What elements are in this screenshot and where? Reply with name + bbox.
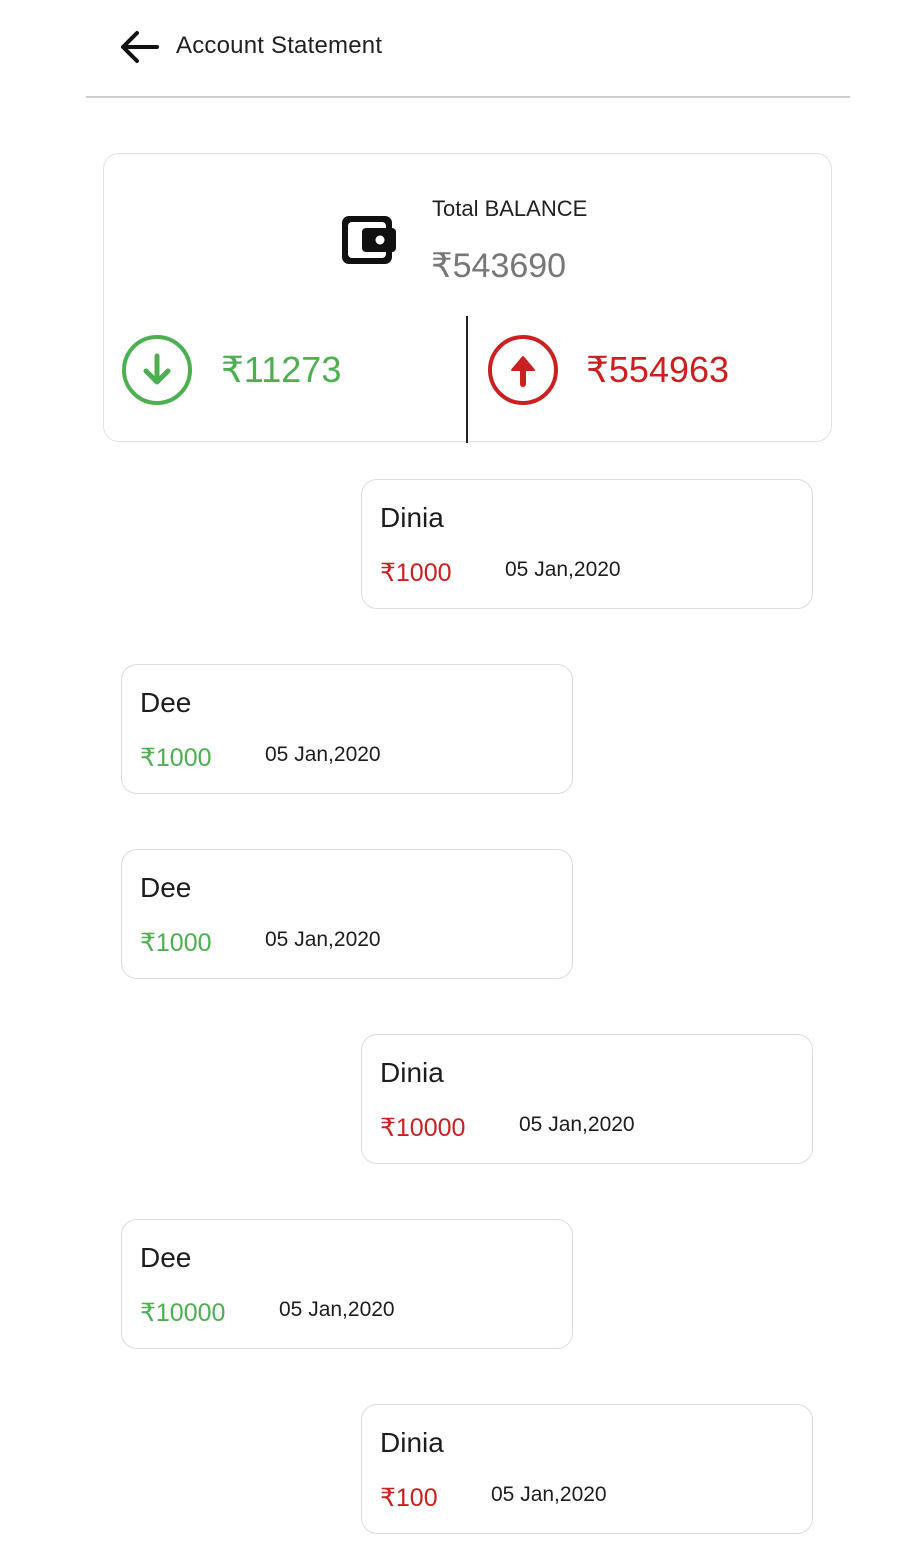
transaction-amount: ₹1000: [140, 929, 212, 957]
transaction-card[interactable]: Dee ₹1000 05 Jan,2020: [121, 849, 573, 979]
summary-divider: [466, 316, 468, 443]
transaction-amount: ₹100: [380, 1484, 438, 1512]
transaction-amount: ₹1000: [380, 559, 452, 587]
arrow-down-circle-icon: [122, 335, 192, 405]
transaction-card[interactable]: Dinia ₹100 05 Jan,2020: [361, 1404, 813, 1534]
transaction-name: Dee: [140, 687, 192, 718]
total-balance-label: Total BALANCE: [432, 196, 588, 221]
arrow-left-icon: [121, 31, 159, 63]
transaction-date: 05 Jan,2020: [491, 1483, 607, 1506]
transaction-date: 05 Jan,2020: [279, 1298, 395, 1321]
wallet-icon: [342, 216, 396, 264]
arrow-up-circle-icon: [488, 335, 558, 405]
app-bar: Account Statement: [86, 0, 850, 98]
transaction-amount: ₹10000: [140, 1299, 226, 1327]
transaction-amount: ₹1000: [140, 744, 212, 772]
page-title: Account Statement: [176, 32, 383, 59]
money-in-value: ₹11273: [221, 349, 342, 390]
transaction-name: Dinia: [380, 1427, 444, 1458]
transaction-card[interactable]: Dinia ₹10000 05 Jan,2020: [361, 1034, 813, 1164]
transaction-date: 05 Jan,2020: [265, 928, 381, 951]
total-balance-value: ₹543690: [431, 247, 567, 285]
transaction-amount: ₹10000: [380, 1114, 466, 1142]
back-button[interactable]: [116, 24, 162, 70]
transaction-date: 05 Jan,2020: [265, 743, 381, 766]
transaction-date: 05 Jan,2020: [505, 558, 621, 581]
transaction-name: Dinia: [380, 502, 444, 533]
transaction-card[interactable]: Dinia ₹1000 05 Jan,2020: [361, 479, 813, 609]
money-out-value: ₹554963: [586, 349, 730, 390]
transaction-card[interactable]: Dee ₹10000 05 Jan,2020: [121, 1219, 573, 1349]
transaction-date: 05 Jan,2020: [519, 1113, 635, 1136]
transaction-name: Dinia: [380, 1057, 444, 1088]
transaction-card[interactable]: Dee ₹1000 05 Jan,2020: [121, 664, 573, 794]
balance-summary-card: Total BALANCE ₹543690 ₹11273 ₹554963: [103, 153, 832, 443]
transaction-name: Dee: [140, 872, 192, 903]
transaction-name: Dee: [140, 1242, 192, 1273]
